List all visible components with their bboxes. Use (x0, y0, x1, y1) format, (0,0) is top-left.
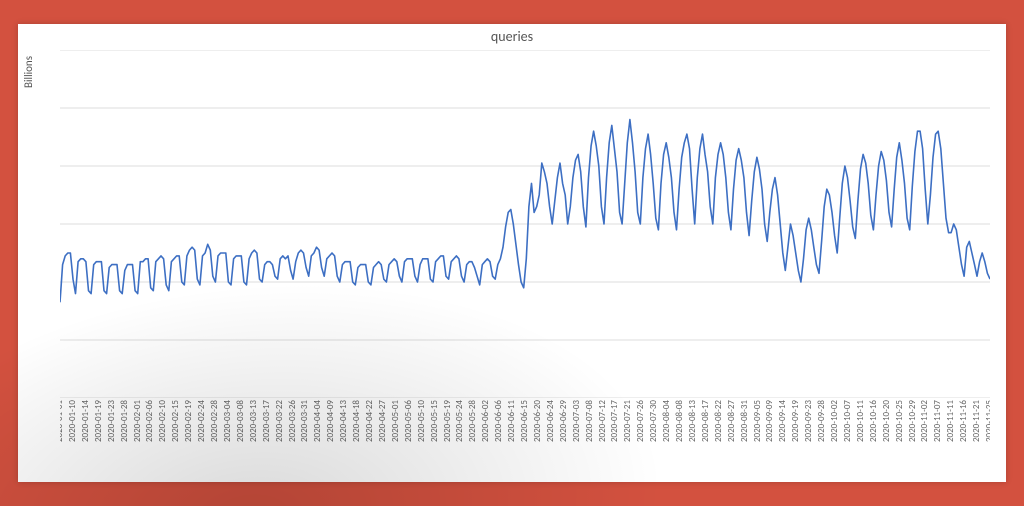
x-tick-label: 2020-03-13 (249, 400, 258, 442)
x-tick-label: 2020-07-26 (636, 400, 645, 442)
x-tick-label: 2020-10-29 (908, 400, 917, 442)
x-tick-label: 2020-07-30 (649, 400, 658, 442)
x-tick-label: 2020-05-19 (443, 400, 452, 442)
x-tick-label: 2020-07-17 (610, 400, 619, 442)
x-tick-label: 2020-08-22 (714, 400, 723, 442)
x-tick-label: 2020-01-01 (60, 400, 64, 442)
x-tick-label: 2020-05-10 (417, 400, 426, 442)
x-tick-label: 2020-11-25 (985, 400, 990, 442)
x-tick-label: 2020-09-05 (753, 400, 762, 442)
x-tick-label: 2020-06-24 (546, 400, 555, 442)
x-tick-label: 2020-01-10 (68, 400, 77, 442)
x-tick-label: 2020-11-02 (920, 400, 929, 442)
x-tick-label: 2020-10-07 (843, 400, 852, 442)
x-tick-label: 2020-09-19 (791, 400, 800, 442)
x-tick-label: 2020-06-06 (494, 400, 503, 442)
x-tick-label: 2020-08-17 (701, 400, 710, 442)
x-tick-label: 2020-10-11 (856, 400, 865, 442)
x-tick-label: 2020-08-13 (688, 400, 697, 442)
gridlines (60, 50, 990, 398)
x-tick-label: 2020-05-01 (391, 400, 400, 442)
x-tick-label: 2020-04-09 (326, 400, 335, 442)
x-tick-label: 2020-02-01 (133, 400, 142, 442)
x-tick-label: 2020-03-31 (300, 400, 309, 442)
x-tick-label: 2020-07-03 (572, 400, 581, 442)
x-axis-ticks: 2020-01-01 2020-01-10 2020-01-14 2020-01-19… (60, 400, 990, 482)
series-line (60, 120, 990, 303)
x-tick-label: 2020-03-08 (236, 400, 245, 442)
x-tick-label: 2020-02-24 (197, 400, 206, 442)
x-tick-label: 2020-03-04 (223, 400, 232, 442)
x-tick-label: 2020-09-14 (778, 400, 787, 442)
x-tick-label: 2020-10-16 (869, 400, 878, 442)
x-tick-label: 2020-02-10 (158, 400, 167, 442)
x-tick-label: 2020-04-27 (378, 400, 387, 442)
x-tick-label: 2020-05-15 (430, 400, 439, 442)
x-tick-label: 2020-05-28 (468, 400, 477, 442)
x-tick-label: 2020-04-22 (365, 400, 374, 442)
x-tick-label: 2020-10-02 (830, 400, 839, 442)
x-tick-label: 2020-02-06 (145, 400, 154, 442)
x-tick-label: 2020-03-17 (262, 400, 271, 442)
x-tick-label: 2020-01-28 (120, 400, 129, 442)
x-tick-label: 2020-03-26 (288, 400, 297, 442)
chart-title: queries (18, 28, 1006, 45)
x-tick-label: 2020-09-23 (804, 400, 813, 442)
x-tick-label: 2020-02-19 (184, 400, 193, 442)
x-tick-label: 2020-11-11 (946, 400, 955, 442)
x-tick-label: 2020-04-13 (339, 400, 348, 442)
x-tick-label: 2020-08-08 (675, 400, 684, 442)
x-tick-label: 2020-11-07 (933, 400, 942, 442)
chart-card: queries Billions 0123456 2020-01-012020-… (18, 24, 1006, 482)
x-tick-label: 2020-06-02 (481, 400, 490, 442)
x-tick-label: 2020-07-08 (585, 400, 594, 442)
x-tick-label: 2020-04-04 (313, 400, 322, 442)
x-tick-label: 2020-05-06 (404, 400, 413, 442)
x-tick-label: 2020-06-11 (507, 400, 516, 442)
x-tick-label: 2020-02-15 (171, 400, 180, 442)
x-tick-label: 2020-10-20 (882, 400, 891, 442)
y-axis-label: Billions (22, 56, 35, 88)
x-tick-label: 2020-08-27 (727, 400, 736, 442)
x-tick-label: 2020-03-22 (275, 400, 284, 442)
x-tick-label: 2020-01-19 (94, 400, 103, 442)
x-tick-label: 2020-02-28 (210, 400, 219, 442)
x-tick-label: 2020-08-04 (662, 400, 671, 442)
x-tick-label: 2020-01-14 (81, 400, 90, 442)
x-tick-label: 2020-01-23 (107, 400, 116, 442)
x-tick-label: 2020-07-12 (598, 400, 607, 442)
x-tick-label: 2020-11-16 (959, 400, 968, 442)
x-tick-label: 2020-06-20 (533, 400, 542, 442)
chart-plot: 0123456 (60, 50, 990, 398)
x-tick-label: 2020-10-25 (895, 400, 904, 442)
x-tick-label: 2020-06-29 (559, 400, 568, 442)
x-tick-label: 2020-05-24 (455, 400, 464, 442)
x-tick-label: 2020-04-18 (352, 400, 361, 442)
x-tick-label: 2020-11-21 (972, 400, 981, 442)
x-tick-label: 2020-09-28 (817, 400, 826, 442)
x-tick-label: 2020-08-31 (740, 400, 749, 442)
x-tick-label: 2020-09-09 (765, 400, 774, 442)
slide-frame: queries Billions 0123456 2020-01-012020-… (0, 0, 1024, 506)
x-tick-label: 2020-06-15 (520, 400, 529, 442)
x-tick-label: 2020-07-21 (623, 400, 632, 442)
